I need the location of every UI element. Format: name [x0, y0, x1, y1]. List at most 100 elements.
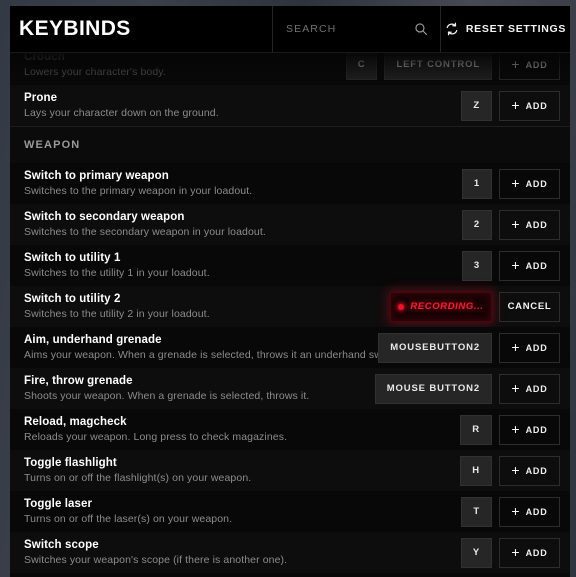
add-binding-button[interactable]: + ADD — [499, 373, 560, 404]
row-text: Fire, throw grenade Shoots your weapon. W… — [24, 375, 375, 402]
row-controls: C LEFT CONTROL + ADD — [345, 52, 560, 80]
plus-icon: + — [511, 462, 520, 478]
binding-description: Turns on or off the flashlight(s) on you… — [24, 472, 252, 484]
table-row: Aim, underhand grenade Aims your weapon. … — [10, 327, 570, 368]
cancel-label: CANCEL — [507, 301, 552, 312]
binding-name: Aim, underhand grenade — [24, 334, 162, 346]
plus-icon: + — [511, 339, 520, 355]
row-controls: Y + ADD — [460, 537, 560, 568]
row-text: Switch to utility 1 Switches to the utili… — [24, 252, 462, 279]
plus-icon: + — [511, 257, 520, 273]
key-chip[interactable]: Z — [461, 90, 492, 121]
plus-icon: + — [511, 503, 520, 519]
row-text: Switch to utility 2 Switches to the utili… — [24, 293, 390, 320]
add-binding-button[interactable]: + ADD — [499, 414, 560, 445]
plus-icon: + — [511, 216, 520, 232]
add-binding-button[interactable]: + ADD — [499, 537, 560, 568]
key-chip[interactable]: MOUSEBUTTON2 — [378, 332, 492, 363]
panel-header: KEYBINDS SEARCH RESET SETTINGS — [10, 6, 570, 53]
section-header-weapon: WEAPON — [10, 127, 570, 163]
key-chip[interactable]: 1 — [461, 168, 492, 199]
table-row: Switch to utility 1 Switches to the utili… — [10, 245, 570, 286]
add-binding-button[interactable]: + ADD — [499, 209, 560, 240]
row-controls: 1 + ADD — [461, 168, 560, 199]
binding-name: Switch to primary weapon — [24, 170, 169, 182]
reset-settings-label: RESET SETTINGS — [465, 23, 567, 35]
row-text: Crouch Lowers your character's body. — [24, 52, 346, 78]
table-row: Switch scope Switches your weapon's scope… — [10, 532, 570, 573]
binding-description: Reloads your weapon. Long press to check… — [24, 431, 288, 443]
binding-description: Turns on or off the laser(s) on your wea… — [24, 513, 233, 525]
binding-name: Switch to secondary weapon — [24, 211, 185, 223]
key-chip[interactable]: H — [460, 455, 492, 486]
binding-name: Prone — [24, 92, 58, 104]
row-text: Switch to primary weapon Switches to the … — [24, 170, 462, 197]
keybinds-list: Crouch Lowers your character's body. C LEFT… — [10, 52, 570, 577]
recording-chip[interactable]: RECORDING... — [390, 291, 492, 322]
table-row: Crouch Lowers your character's body. C LEFT… — [10, 52, 570, 85]
row-text: Reload, magcheck Reloads your weapon. Lon… — [24, 416, 460, 443]
row-controls: MOUSEBUTTON2 + ADD — [378, 332, 560, 363]
table-row: Fire, throw grenade Shoots your weapon. W… — [10, 368, 570, 409]
add-binding-button[interactable]: + ADD — [499, 168, 560, 199]
add-binding-button[interactable]: + ADD — [499, 332, 560, 363]
table-row: Switch to utility 2 Switches to the utili… — [10, 286, 570, 327]
binding-description: Switches to the secondary weapon in your… — [24, 226, 266, 238]
add-binding-button[interactable]: + ADD — [499, 455, 560, 486]
add-binding-button[interactable]: + ADD — [499, 90, 560, 121]
row-text: Switch scope Switches your weapon's scope… — [24, 539, 461, 566]
add-label: ADD — [525, 465, 548, 476]
row-controls: H + ADD — [460, 455, 560, 486]
row-controls: RECORDING... CANCEL — [390, 291, 560, 322]
add-binding-button[interactable]: + ADD — [499, 250, 560, 281]
binding-name: Switch to utility 1 — [24, 252, 121, 264]
record-dot-icon — [398, 303, 405, 310]
binding-description: Shoots your weapon. When a grenade is se… — [24, 390, 310, 402]
key-chip[interactable]: 3 — [461, 250, 492, 281]
app-root: KEYBINDS SEARCH RESET SETTINGS Crouch Lo… — [0, 0, 576, 577]
table-row: Switch to primary weapon Switches to the … — [10, 163, 570, 204]
row-controls: Z + ADD — [461, 90, 560, 121]
row-text: Switch to secondary weapon Switches to th… — [24, 211, 462, 238]
plus-icon: + — [511, 421, 520, 437]
add-label: ADD — [525, 506, 548, 517]
search-icon — [414, 22, 428, 36]
add-binding-button[interactable]: + ADD — [499, 496, 560, 527]
keybinds-scroll-area[interactable]: Crouch Lowers your character's body. C LEFT… — [10, 52, 570, 577]
key-chip[interactable]: MOUSE BUTTON2 — [374, 373, 492, 404]
search-input[interactable]: SEARCH — [273, 6, 440, 52]
row-text: Prone Lays your character down on the gro… — [24, 92, 461, 119]
add-binding-button[interactable]: + ADD — [499, 52, 560, 80]
binding-description: Lays your character down on the ground. — [24, 107, 219, 119]
add-label: ADD — [525, 219, 548, 230]
keybinds-panel: KEYBINDS SEARCH RESET SETTINGS Crouch Lo… — [10, 6, 570, 577]
key-chip[interactable]: T — [461, 496, 492, 527]
binding-name: Fire, throw grenade — [24, 375, 133, 387]
cancel-button[interactable]: CANCEL — [499, 291, 560, 322]
recording-label: RECORDING... — [410, 301, 484, 312]
key-chip[interactable]: R — [460, 414, 492, 445]
row-controls: T + ADD — [461, 496, 560, 527]
add-label: ADD — [525, 424, 548, 435]
page-title-wrap: KEYBINDS — [10, 6, 272, 52]
key-chip[interactable]: 2 — [461, 209, 492, 240]
binding-name: Toggle flashlight — [24, 457, 117, 469]
refresh-icon — [445, 22, 459, 36]
add-label: ADD — [525, 260, 548, 271]
binding-name: Crouch — [24, 52, 65, 63]
plus-icon: + — [511, 56, 520, 72]
plus-icon: + — [511, 97, 520, 113]
key-chip[interactable]: C — [345, 52, 378, 80]
row-controls: MOUSE BUTTON2 + ADD — [374, 373, 560, 404]
row-text: Toggle laser Turns on or off the laser(s)… — [24, 498, 461, 525]
reset-settings-button[interactable]: RESET SETTINGS — [441, 6, 570, 52]
key-chip[interactable]: Y — [460, 537, 492, 568]
add-label: ADD — [525, 178, 548, 189]
add-label: ADD — [525, 100, 548, 111]
search-placeholder: SEARCH — [286, 23, 337, 35]
binding-name: Toggle laser — [24, 498, 93, 510]
key-chip[interactable]: LEFT CONTROL — [384, 52, 492, 80]
page-title: KEYBINDS — [19, 17, 131, 40]
table-row: Toggle laser Turns on or off the laser(s)… — [10, 491, 570, 532]
row-controls: R + ADD — [460, 414, 560, 445]
